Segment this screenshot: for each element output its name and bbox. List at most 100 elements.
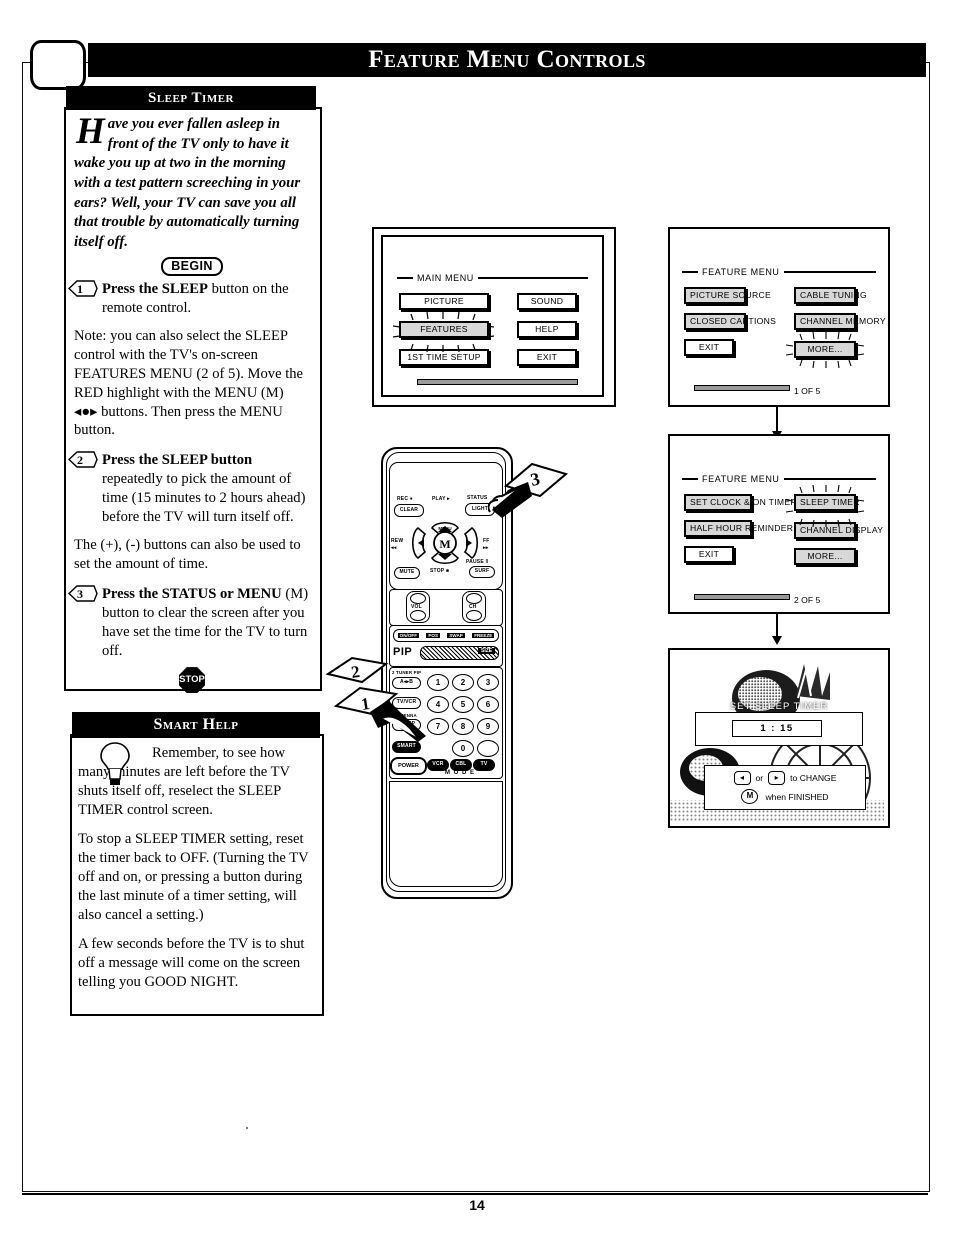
mute-button[interactable]: MUTE: [394, 567, 420, 579]
tv-screen-icon: [30, 40, 86, 90]
pip-swap-button[interactable]: SWAP: [447, 633, 465, 638]
footer-rule: [22, 1193, 928, 1195]
feature-menu-2-heading: FEATURE MENU: [702, 474, 780, 484]
feature-menu-1-heading: FEATURE MENU: [702, 267, 780, 277]
callout-1-and-2: 2 1: [325, 656, 426, 742]
step-2-body: repeatedly to pick the amount of time (1…: [102, 471, 306, 526]
main-menu-screen-inner: MAIN MENU PICTURE FEATURES 1ST TIME SETU…: [381, 235, 604, 397]
feature-menu-1-button-channel-memory[interactable]: CHANNEL MEMORY: [794, 313, 886, 331]
callout-3: 3: [488, 462, 569, 518]
step-2: 2 Press the SLEEP button repeatedly to p…: [68, 451, 310, 527]
rew-icon: ◂◂: [391, 545, 397, 551]
intro-text: ave you ever fallen asleep in front of t…: [74, 116, 301, 251]
rec-label: REC ●: [397, 496, 413, 502]
ch-down-button[interactable]: [466, 610, 482, 621]
feature-menu-2-button-half-hour-reminder[interactable]: HALF HOUR REMINDER: [684, 520, 793, 538]
step-3-lead: Press the STATUS or MENU: [102, 586, 282, 603]
feature-menu-2-button-more[interactable]: MORE...: [794, 548, 856, 566]
feature-menu-1-button-picture-source[interactable]: PICTURE SOURCE: [684, 287, 771, 305]
tv-screen-set-sleep-timer: SET SLEEP TIMER 1 : 15 ◂ or ▸ to CHANGE …: [668, 648, 890, 828]
left-arrow-icon[interactable]: ◂: [733, 771, 751, 785]
key-9[interactable]: 9: [477, 718, 499, 735]
plus-minus-note: The (+), (-) buttons can also be used to…: [74, 537, 301, 573]
page-number: 14: [469, 1197, 485, 1213]
surf-button[interactable]: SURF: [469, 566, 495, 578]
sleep-timer-value[interactable]: 1 : 15: [732, 720, 822, 737]
key-0[interactable]: 0: [452, 740, 474, 757]
key-3[interactable]: 3: [477, 674, 499, 691]
vol-down-button[interactable]: [410, 610, 426, 621]
main-menu-button-picture[interactable]: PICTURE: [399, 293, 489, 311]
connector-arrow-2: [772, 636, 782, 645]
main-menu-button-features[interactable]: FEATURES: [399, 321, 489, 339]
feature-menu-1-button-exit[interactable]: EXIT: [684, 339, 734, 357]
smart-help-body: Remember, to see how many minutes are le…: [78, 738, 312, 992]
key-6[interactable]: 6: [477, 696, 499, 713]
key-8[interactable]: 8: [452, 718, 474, 735]
step-1: 1 Press the SLEEP button on the remote c…: [68, 280, 310, 318]
drop-cap: H: [76, 111, 105, 152]
feature-menu-2-button-channel-display[interactable]: CHANNEL DISPLAY: [794, 522, 883, 540]
begin-badge-wrap: BEGIN: [74, 256, 310, 276]
svg-text:2: 2: [77, 453, 83, 467]
connector-line-2: [776, 612, 778, 638]
main-menu-button-sound[interactable]: SOUND: [517, 293, 577, 311]
feature-menu-2-button-set-clock-on-timer[interactable]: SET CLOCK & ON TIMER: [684, 494, 797, 512]
key-blank[interactable]: [477, 740, 499, 757]
lightbulb-icon: [98, 741, 132, 787]
hint-change-label: to CHANGE: [790, 773, 837, 783]
power-button[interactable]: POWER: [390, 757, 427, 775]
intro-paragraph: Have you ever fallen asleep in front of …: [74, 111, 310, 253]
status-label: STATUS: [467, 495, 488, 501]
page-title: Feature Menu Controls: [368, 46, 646, 73]
hint-or-label: or: [755, 773, 764, 783]
play-label: PLAY ▸: [432, 496, 450, 502]
menu-m-icon[interactable]: M: [741, 789, 759, 804]
tv-screen-feature-menu-2: FEATURE MENU SET CLOCK & ON TIMER HALF H…: [668, 434, 890, 614]
feature-menu-2-heading-row: FEATURE MENU: [682, 474, 876, 484]
feature-menu-1-button-cable-tuning[interactable]: CABLE TUNING: [794, 287, 867, 305]
step-2-marker: 2: [68, 451, 98, 469]
smart-help-title: Smart Help: [153, 716, 239, 733]
step-2-lead: Press the SLEEP button: [102, 452, 253, 469]
feature-menu-2-button-exit[interactable]: EXIT: [684, 546, 734, 564]
feature-menu-1-heading-row: FEATURE MENU: [682, 267, 876, 277]
connector-line-1: [776, 405, 778, 433]
feature-menu-2-progress-bar: [694, 594, 790, 600]
step-1-lead: Press the SLEEP: [102, 280, 208, 297]
feature-menu-1-page-indicator: 1 OF 5: [794, 386, 821, 396]
stop-badge: STOP: [179, 667, 205, 694]
ch-up-button[interactable]: [466, 593, 482, 604]
pip-freeze-button[interactable]: FREEZE: [472, 633, 495, 638]
note-paragraph: Note: you can also select the SLEEP cont…: [74, 327, 304, 439]
svg-text:MENU: MENU: [438, 526, 451, 531]
right-arrow-icon[interactable]: ▸: [768, 771, 786, 785]
key-2[interactable]: 2: [452, 674, 474, 691]
tv-screen-feature-menu-1: FEATURE MENU PICTURE SOURCE CLOSED CAPTI…: [668, 227, 890, 407]
svg-text:1: 1: [77, 282, 83, 296]
step-3-marker: 3: [68, 585, 98, 602]
step-1-text: Press the SLEEP button on the remote con…: [102, 280, 310, 318]
pause-label: PAUSE ‖: [466, 559, 489, 565]
feature-menu-1-button-closed-captions[interactable]: CLOSED CAPTIONS: [684, 313, 776, 331]
pip-size-button[interactable]: SIZE: [478, 648, 496, 654]
main-menu-heading: MAIN MENU: [417, 273, 474, 283]
page-speck: [246, 1127, 248, 1129]
remote-bottom-panel: [389, 781, 503, 887]
set-sleep-timer-heading: SET SLEEP TIMER: [729, 701, 829, 712]
key-5[interactable]: 5: [452, 696, 474, 713]
step-2-text: Press the SLEEP button repeatedly to pic…: [102, 451, 310, 527]
vol-up-button[interactable]: [410, 593, 426, 604]
svg-text:M: M: [439, 537, 450, 551]
feature-menu-2-page-indicator: 2 OF 5: [794, 595, 821, 605]
mode-label: M O D E: [444, 770, 475, 776]
main-menu-button-exit[interactable]: EXIT: [517, 349, 577, 367]
main-menu-button-help[interactable]: HELP: [517, 321, 577, 339]
feature-menu-2-button-sleep-timer[interactable]: SLEEP TIMER: [794, 494, 860, 512]
stop-label: STOP ■: [430, 568, 450, 574]
step-3-text: Press the STATUS or MENU (M) button to c…: [102, 585, 310, 661]
sleep-timer-title: Sleep Timer: [148, 89, 234, 106]
main-menu-button-1st-time-setup[interactable]: 1ST TIME SETUP: [399, 349, 489, 367]
main-menu-progress-bar: [417, 379, 578, 385]
feature-menu-1-button-more[interactable]: MORE...: [794, 341, 856, 359]
